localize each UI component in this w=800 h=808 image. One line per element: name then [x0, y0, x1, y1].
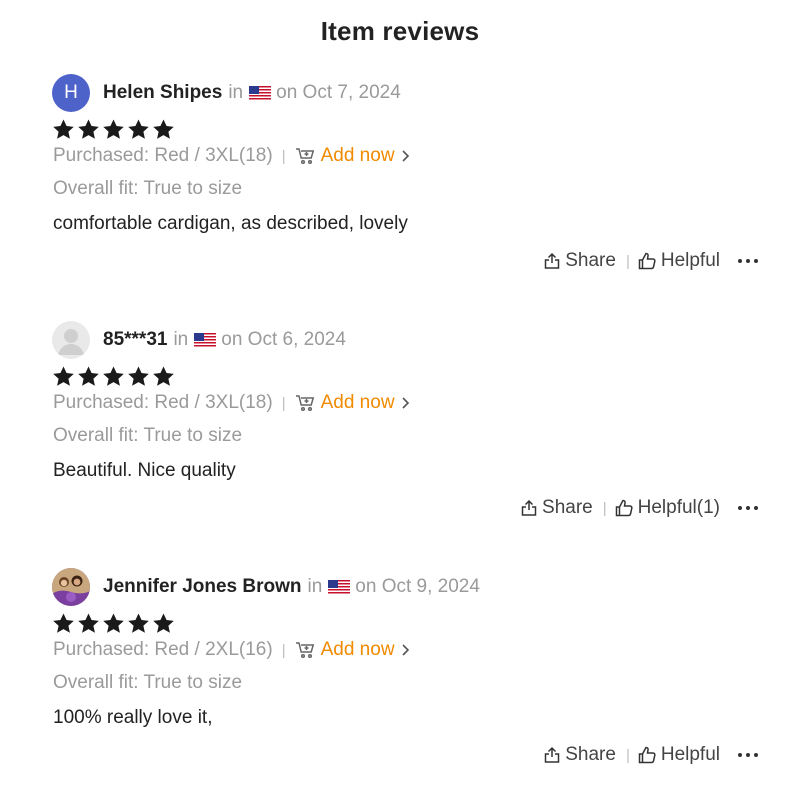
user-placeholder-icon: [58, 329, 84, 355]
helpful-label: Helpful: [660, 744, 720, 765]
review-comment: Beautiful. Nice quality: [53, 460, 236, 481]
purchased-text: Purchased: Red / 3XL(18): [53, 392, 273, 413]
profile-photo-icon: [52, 568, 90, 606]
add-now-link[interactable]: Add now: [321, 392, 395, 414]
star-icon: [153, 366, 174, 386]
in-label: in: [307, 576, 323, 597]
star-icon: [103, 613, 124, 633]
avatar[interactable]: [52, 568, 90, 606]
purchased-text: Purchased: Red / 2XL(16): [53, 639, 273, 660]
star-rating: [52, 612, 175, 635]
divider: |: [625, 746, 630, 764]
helpful-button[interactable]: Helpful: [638, 250, 720, 272]
star-icon: [128, 119, 149, 139]
review-actions: Share | Helpful: [543, 744, 758, 766]
chevron-right-icon[interactable]: [401, 643, 410, 657]
overall-fit: Overall fit: True to size: [53, 425, 243, 446]
star-rating: [52, 118, 175, 141]
overall-fit: Overall fit: True to size: [53, 178, 243, 199]
share-icon: [544, 252, 560, 269]
avatar[interactable]: [52, 321, 90, 359]
more-dots-icon[interactable]: [738, 259, 758, 263]
overall-fit: Overall fit: True to size: [53, 672, 243, 693]
reviewer-name[interactable]: Jennifer Jones Brown: [103, 576, 302, 598]
thumbs-up-icon: [615, 499, 633, 517]
more-dots-icon[interactable]: [738, 506, 758, 510]
divider: |: [281, 394, 286, 412]
purchased-line: Purchased: Red / 2XL(16) | Add now: [53, 639, 410, 661]
reviewer-name[interactable]: Helen Shipes: [103, 82, 222, 104]
share-icon: [544, 746, 560, 763]
star-icon: [103, 366, 124, 386]
thumbs-up-icon: [638, 746, 656, 764]
purchased-line: Purchased: Red / 3XL(18) | Add now: [53, 145, 410, 167]
star-rating: [52, 365, 175, 388]
chevron-right-icon[interactable]: [401, 396, 410, 410]
review-date: on Oct 7, 2024: [276, 82, 401, 103]
cart-add-icon[interactable]: [295, 394, 315, 412]
review-actions: Share | Helpful: [543, 250, 758, 272]
share-button[interactable]: Share: [543, 744, 616, 766]
divider: |: [625, 252, 630, 270]
star-icon: [78, 366, 99, 386]
review-date: on Oct 9, 2024: [355, 576, 480, 597]
review-card: H Helen Shipes in on Oct 7, 2024 Purchas…: [0, 74, 800, 314]
star-icon: [153, 119, 174, 139]
share-button[interactable]: Share: [520, 497, 593, 519]
thumbs-up-icon: [638, 252, 656, 270]
us-flag-icon: [194, 332, 217, 348]
cart-add-icon[interactable]: [295, 641, 315, 659]
review-actions: Share | Helpful(1): [520, 497, 758, 519]
review-date: on Oct 6, 2024: [221, 329, 346, 350]
avatar-letter: H: [64, 82, 78, 103]
star-icon: [53, 366, 74, 386]
divider: |: [602, 499, 607, 517]
divider: |: [281, 641, 286, 659]
purchased-line: Purchased: Red / 3XL(18) | Add now: [53, 392, 410, 414]
share-label: Share: [542, 497, 593, 518]
add-now-link[interactable]: Add now: [321, 639, 395, 661]
review-card: Jennifer Jones Brown in on Oct 9, 2024 P…: [0, 568, 800, 808]
in-label: in: [228, 82, 244, 103]
star-icon: [128, 366, 149, 386]
us-flag-icon: [328, 579, 351, 595]
in-label: in: [173, 329, 189, 350]
share-icon: [521, 499, 537, 516]
star-icon: [103, 119, 124, 139]
star-icon: [128, 613, 149, 633]
reviewer-name[interactable]: 85***31: [103, 329, 167, 351]
review-header: 85***31 in on Oct 6, 2024: [103, 321, 346, 359]
page-title: Item reviews: [320, 16, 480, 46]
purchased-text: Purchased: Red / 3XL(18): [53, 145, 273, 166]
review-comment: comfortable cardigan, as described, love…: [53, 213, 408, 234]
divider: |: [281, 147, 286, 165]
avatar[interactable]: H: [52, 74, 90, 112]
helpful-button[interactable]: Helpful(1): [615, 497, 720, 519]
review-card: 85***31 in on Oct 6, 2024 Purchased: Red…: [0, 321, 800, 561]
star-icon: [153, 613, 174, 633]
more-dots-icon[interactable]: [738, 753, 758, 757]
review-comment: 100% really love it,: [53, 707, 213, 728]
add-now-link[interactable]: Add now: [321, 145, 395, 167]
star-icon: [53, 613, 74, 633]
chevron-right-icon[interactable]: [401, 149, 410, 163]
star-icon: [53, 119, 74, 139]
share-label: Share: [565, 744, 616, 765]
cart-add-icon[interactable]: [295, 147, 315, 165]
share-label: Share: [565, 250, 616, 271]
helpful-label: Helpful: [660, 250, 720, 271]
share-button[interactable]: Share: [543, 250, 616, 272]
helpful-button[interactable]: Helpful: [638, 744, 720, 766]
review-header: Helen Shipes in on Oct 7, 2024: [103, 74, 401, 112]
star-icon: [78, 613, 99, 633]
star-icon: [78, 119, 99, 139]
review-header: Jennifer Jones Brown in on Oct 9, 2024: [103, 568, 480, 606]
us-flag-icon: [249, 85, 272, 101]
helpful-label: Helpful(1): [637, 497, 720, 518]
